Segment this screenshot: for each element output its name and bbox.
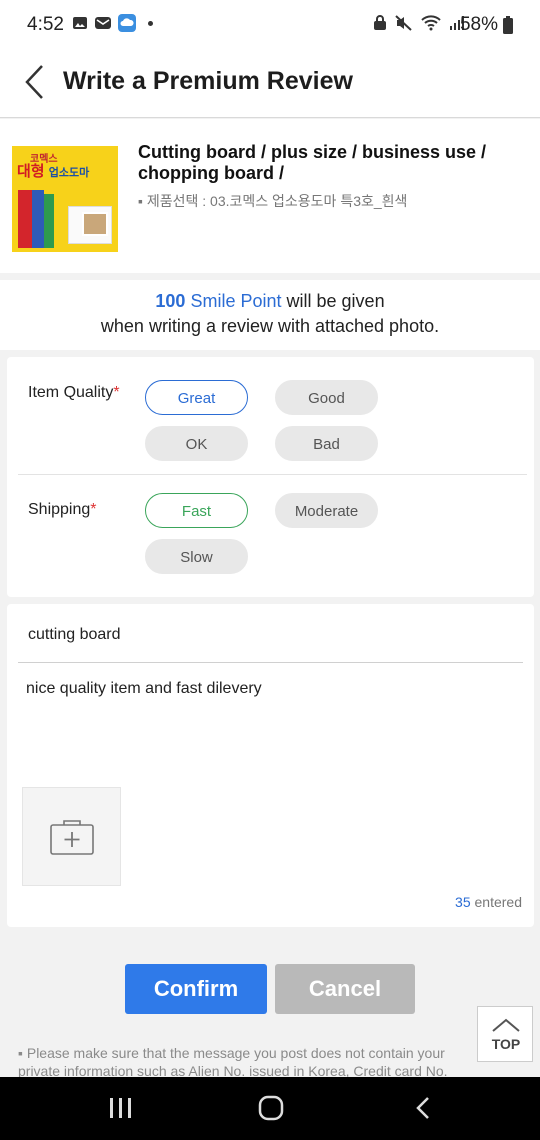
shipping-option-fast[interactable]: Fast [145, 493, 248, 528]
confirm-button[interactable]: Confirm [125, 964, 267, 1014]
status-time: 4:52 [27, 14, 64, 35]
cancel-button[interactable]: Cancel [275, 964, 415, 1014]
required-mark: * [90, 501, 97, 518]
product-thumbnail[interactable]: 코멕스 대형 업소도마 [12, 146, 118, 252]
photo-review-notice: 100 Smile Point will be given when writi… [0, 280, 540, 350]
scroll-top-button[interactable]: TOP [477, 1006, 533, 1062]
wifi-icon [421, 15, 441, 31]
review-body-textarea[interactable]: nice quality item and fast dilevery [26, 680, 262, 698]
shipping-label: Shipping* [28, 501, 97, 518]
top-label: TOP [491, 1036, 521, 1052]
notice-line2: when writing a review with attached phot… [100, 316, 440, 336]
back-icon[interactable] [414, 1096, 432, 1120]
mute-icon [395, 15, 412, 31]
notice-point-name: Smile Point [190, 291, 282, 311]
home-icon[interactable] [258, 1095, 284, 1121]
add-photo-button[interactable] [22, 787, 121, 886]
thumb-rest-text: 업소도마 [48, 167, 90, 179]
rating-section: Item Quality* Great Good OK Bad Shipping… [7, 357, 534, 597]
recent-apps-icon[interactable] [108, 1097, 134, 1119]
item-quality-label: Item Quality* [28, 384, 120, 401]
cloud-upload-icon [118, 14, 136, 32]
product-name[interactable]: Cutting board / plus size / business use… [138, 142, 528, 184]
character-count: 35 entered [455, 894, 522, 910]
quality-option-ok[interactable]: OK [145, 426, 248, 461]
product-option: ▪ 제품선택 : 03.코멕스 업소용도마 특3호_흰색 [138, 193, 408, 209]
thumb-photo [82, 212, 108, 236]
required-mark: * [113, 384, 120, 401]
shipping-option-slow[interactable]: Slow [145, 539, 248, 574]
review-form: cutting board nice quality item and fast… [7, 604, 534, 927]
privacy-disclaimer: ▪ Please make sure that the message you … [18, 1045, 448, 1079]
battery-icon [503, 16, 513, 34]
notification-dot-icon [148, 20, 153, 26]
add-photo-icon [50, 820, 94, 855]
chevron-up-icon [492, 1018, 520, 1032]
status-bar: 4:52 58% [0, 0, 540, 50]
thumb-blue-board [32, 190, 44, 248]
rating-divider [18, 474, 527, 475]
lock-icon [374, 15, 386, 30]
system-nav-bar [0, 1077, 540, 1140]
review-title-input[interactable]: cutting board [28, 626, 121, 644]
thumb-red-board [18, 190, 32, 248]
page-header: Write a Premium Review [0, 50, 540, 118]
review-divider [18, 662, 523, 663]
back-arrow-icon[interactable] [22, 64, 48, 100]
shipping-option-moderate[interactable]: Moderate [275, 493, 378, 528]
quality-option-good[interactable]: Good [275, 380, 378, 415]
product-summary: 코멕스 대형 업소도마 Cutting board / plus size / … [0, 119, 540, 273]
battery-percent: 58% [459, 14, 498, 35]
thumb-red-text: 대형 [17, 163, 45, 180]
notice-points: 100 [155, 291, 186, 311]
notice-line1-rest: will be given [286, 291, 385, 311]
mail-icon [95, 17, 111, 29]
quality-option-bad[interactable]: Bad [275, 426, 378, 461]
thumb-green-board [44, 194, 54, 248]
gallery-icon [73, 17, 87, 29]
page-title: Write a Premium Review [63, 67, 353, 95]
quality-option-great[interactable]: Great [145, 380, 248, 415]
